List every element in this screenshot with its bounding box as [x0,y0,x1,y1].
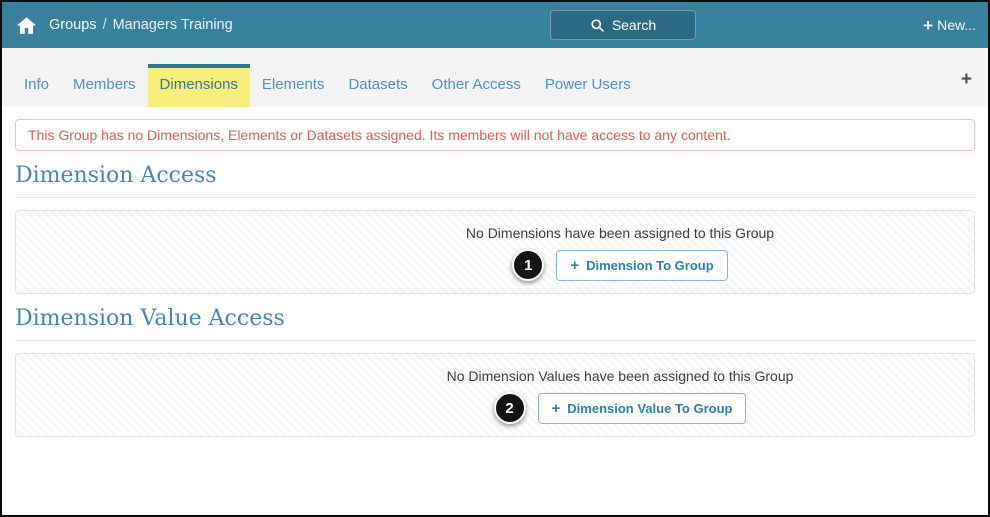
callout-badge-2: 2 [493,392,526,424]
new-button-label: New... [937,17,976,33]
tab-bar: Info Members Dimensions Elements Dataset… [2,48,988,107]
top-navigation-bar: Groups / Managers Training Search + New.… [2,2,988,48]
tab-other-access[interactable]: Other Access [420,64,533,107]
new-button[interactable]: + New... [923,2,976,48]
tab-dimensions[interactable]: Dimensions [147,64,250,107]
tab-elements[interactable]: Elements [250,64,337,107]
dimension-access-panel: No Dimensions have been assigned to this… [15,210,975,294]
home-button[interactable] [16,15,37,36]
plus-icon: + [923,15,934,35]
tab-info[interactable]: Info [12,64,61,107]
callout-badge-1: 1 [512,249,545,281]
dimension-empty-message: No Dimensions have been assigned to this… [465,225,775,241]
plus-icon: + [570,256,580,274]
search-button-label: Search [611,17,657,33]
breadcrumb-current-page: Managers Training [112,17,233,33]
dimension-value-access-panel: No Dimension Values have been assigned t… [15,353,975,437]
tab-members[interactable]: Members [61,64,148,107]
breadcrumb: Groups / Managers Training [49,17,233,33]
breadcrumb-groups-link[interactable]: Groups [49,17,97,33]
dimension-access-heading: Dimension Access [15,163,975,198]
add-dimension-value-to-group-button[interactable]: + Dimension Value To Group [537,392,747,424]
app-window: Groups / Managers Training Search + New.… [0,0,990,517]
tab-power-users[interactable]: Power Users [533,64,643,107]
no-content-warning: This Group has no Dimensions, Elements o… [15,119,975,151]
main-content: Dimension Access No Dimensions have been… [2,163,988,437]
add-dimension-to-group-button[interactable]: + Dimension To Group [556,249,728,281]
dimension-value-access-heading: Dimension Value Access [15,306,975,341]
add-tab-plus-icon[interactable]: + [961,70,972,89]
home-icon [16,16,37,34]
add-dimension-value-button-label: Dimension Value To Group [567,400,733,416]
tab-datasets[interactable]: Datasets [336,64,419,107]
breadcrumb-separator: / [102,17,107,33]
plus-icon: + [551,399,561,417]
search-icon [591,18,604,32]
dimension-value-empty-message: No Dimension Values have been assigned t… [446,368,794,384]
search-button[interactable]: Search [550,10,696,40]
add-dimension-button-label: Dimension To Group [586,257,714,273]
